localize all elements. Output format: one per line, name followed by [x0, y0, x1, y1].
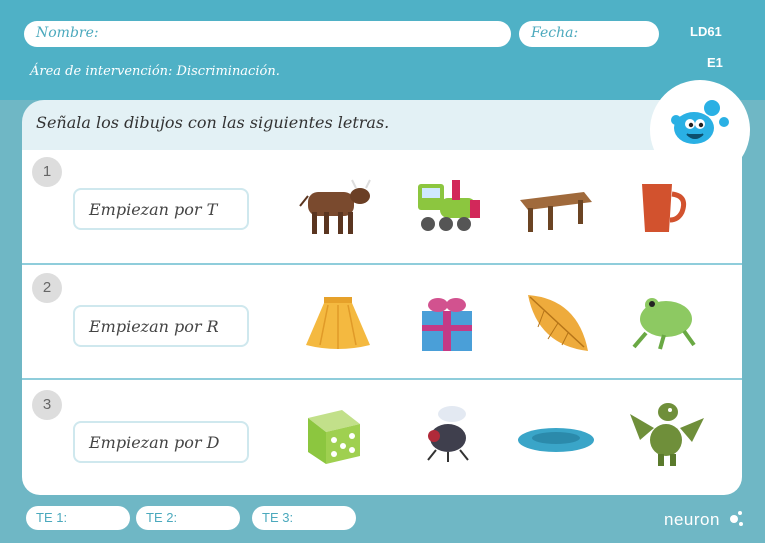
row-number: 1: [32, 157, 62, 187]
dragon-picture[interactable]: [626, 398, 706, 468]
brand-mark-icon: [730, 511, 744, 526]
train-picture[interactable]: [410, 172, 490, 242]
table-picture[interactable]: [514, 172, 594, 242]
brand-logo: neuron: [664, 510, 744, 530]
plate-picture[interactable]: [516, 400, 596, 470]
row-label: Empiezan por R: [73, 305, 249, 347]
row-label: Empiezan por D: [73, 421, 249, 463]
row-number: 2: [32, 273, 62, 303]
instruction-text: Señala los dibujos con las siguientes le…: [36, 113, 390, 132]
exercise-code: E1: [707, 55, 723, 70]
te3-field[interactable]: TE 3:: [252, 506, 356, 530]
worksheet-code: LD61: [690, 24, 722, 39]
frog-picture[interactable]: [624, 287, 704, 357]
row-divider: [22, 263, 742, 265]
leaf-picture[interactable]: [518, 287, 598, 357]
name-field[interactable]: Nombre:: [24, 21, 511, 47]
row-label: Empiezan por T: [73, 188, 249, 230]
te2-field[interactable]: TE 2:: [136, 506, 240, 530]
row-divider: [22, 378, 742, 380]
mug-picture[interactable]: [632, 172, 712, 242]
area-label: Área de intervención: Discriminación.: [30, 64, 280, 79]
cow-picture[interactable]: [294, 172, 374, 242]
fly-picture[interactable]: [414, 400, 494, 470]
skirt-picture[interactable]: [298, 287, 378, 357]
dice-picture[interactable]: [298, 400, 378, 470]
row-number: 3: [32, 390, 62, 420]
date-field[interactable]: Fecha:: [519, 21, 659, 47]
brand-name: neuron: [664, 510, 720, 529]
gift-picture[interactable]: [408, 287, 488, 357]
te1-field[interactable]: TE 1:: [26, 506, 130, 530]
